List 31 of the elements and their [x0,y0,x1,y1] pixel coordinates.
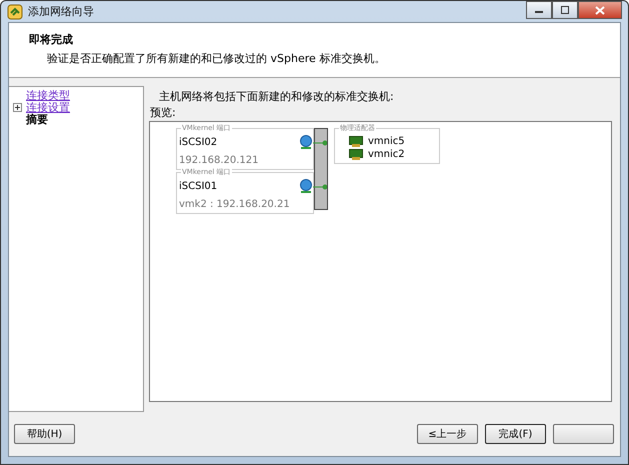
connector-line [313,184,327,190]
window-title: 添加网络向导 [28,4,94,19]
network-icon [299,135,313,150]
network-card-icon [349,149,363,160]
help-button[interactable]: 帮助(H) [14,424,75,444]
nav-current-step: 摘要 [26,112,48,126]
close-button[interactable] [578,1,622,19]
intro-text: 主机网络将包括下面新建的和修改的标准交换机: [159,89,395,104]
maximize-icon [560,6,570,14]
minimize-button[interactable] [526,1,552,19]
page-title: 即将完成 [29,32,74,47]
close-icon [595,6,605,14]
port-detail: vmk2 : 192.168.20.21 [179,199,291,210]
page-subtitle: 验证是否正确配置了所有新建的和已修改过的 vSphere 标准交换机。 [47,51,386,66]
connector-line [313,140,327,146]
cancel-button[interactable] [553,424,614,444]
adapter-name: vmnic2 [368,149,405,160]
app-icon [7,4,23,20]
port-name: iSCSI02 [179,137,218,148]
finish-button[interactable]: 完成(F) [485,424,546,444]
expand-icon[interactable] [13,102,22,112]
adapter-name: vmnic5 [368,136,405,147]
port-detail: 192.168.20.121 [179,155,260,166]
preview-label: 预览: [150,105,177,120]
port-name: iSCSI01 [179,181,218,192]
nav-link[interactable]: 连接设置 [26,100,70,114]
back-button[interactable]: ≤上一步 [417,424,478,444]
nav-link[interactable]: 连接类型 [26,88,70,102]
maximize-button[interactable] [552,1,578,19]
network-card-icon [349,136,363,147]
network-icon [299,179,313,194]
